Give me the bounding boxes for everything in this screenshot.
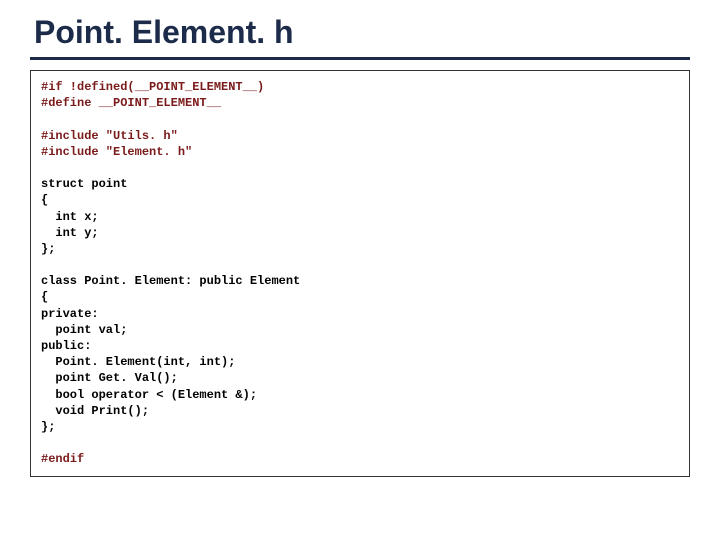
slide: Point. Element. h #if !defined(__POINT_E… — [0, 0, 720, 540]
slide-title: Point. Element. h — [30, 10, 690, 60]
code-line: class Point. Element: public Element — [41, 274, 300, 288]
code-line: }; — [41, 420, 55, 434]
code-box: #if !defined(__POINT_ELEMENT__) #define … — [30, 70, 690, 477]
code-line: int x; — [41, 210, 99, 224]
code-line: private: — [41, 307, 99, 321]
code-line: #define __POINT_ELEMENT__ — [41, 96, 221, 110]
code-line: bool operator < (Element &); — [41, 388, 257, 402]
code-line: point Get. Val(); — [41, 371, 178, 385]
code-line: Point. Element(int, int); — [41, 355, 235, 369]
code-line: struct point — [41, 177, 127, 191]
code-line: }; — [41, 242, 55, 256]
code-line: #include "Element. h" — [41, 145, 192, 159]
code-line: #include "Utils. h" — [41, 129, 178, 143]
code-line: { — [41, 290, 48, 304]
code-line: void Print(); — [41, 404, 149, 418]
code-line: { — [41, 193, 48, 207]
code-line: point val; — [41, 323, 127, 337]
code-line: public: — [41, 339, 91, 353]
code-line: #endif — [41, 452, 84, 466]
code-line: #if !defined(__POINT_ELEMENT__) — [41, 80, 264, 94]
code-line: int y; — [41, 226, 99, 240]
